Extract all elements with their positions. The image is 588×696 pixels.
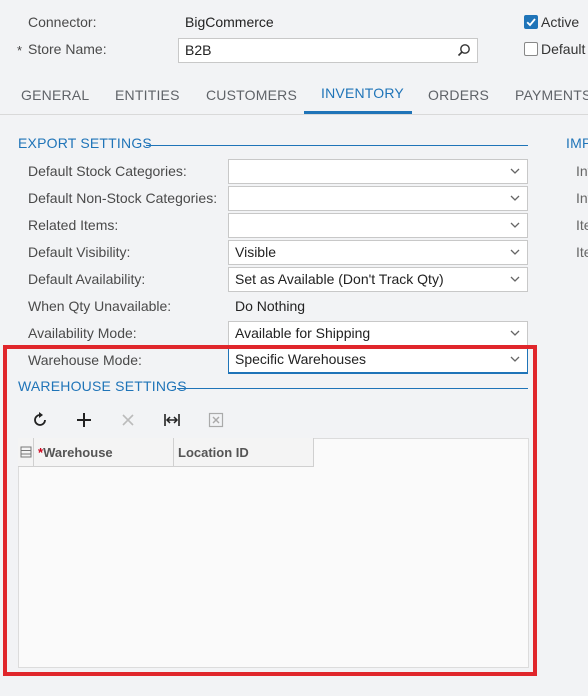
when-qty-unavailable-value: Do Nothing bbox=[235, 298, 306, 314]
checkmark-icon bbox=[526, 18, 536, 27]
store-required-mark: * bbox=[17, 43, 23, 58]
import-label-3: Ite bbox=[576, 217, 588, 233]
default-non-stock-categories-select[interactable] bbox=[228, 186, 528, 211]
chevron-down-icon bbox=[510, 195, 520, 201]
search-icon[interactable] bbox=[457, 43, 471, 57]
highlight-box bbox=[3, 345, 537, 676]
import-label-1: Inv bbox=[576, 163, 588, 179]
default-checkbox[interactable] bbox=[524, 42, 538, 56]
availability-mode-select[interactable]: Available for Shipping bbox=[228, 321, 528, 346]
default-stock-categories-select[interactable] bbox=[228, 159, 528, 184]
store-name-input[interactable]: B2B bbox=[178, 38, 478, 63]
tab-inventory-underline bbox=[304, 111, 412, 114]
availability-mode-label: Availability Mode: bbox=[28, 325, 137, 341]
chevron-down-icon bbox=[510, 330, 520, 336]
related-items-select[interactable] bbox=[228, 213, 528, 238]
default-label: Default bbox=[541, 41, 586, 57]
tab-general[interactable]: GENERAL bbox=[21, 78, 89, 114]
default-visibility-select[interactable]: Visible bbox=[228, 240, 528, 265]
import-label-4: Ite bbox=[576, 244, 588, 260]
import-settings-title: IMP bbox=[566, 135, 588, 151]
tab-inventory[interactable]: INVENTORY bbox=[321, 76, 404, 112]
default-availability-label: Default Availability: bbox=[28, 271, 146, 287]
chevron-down-icon bbox=[510, 168, 520, 174]
store-name-label: Store Name: bbox=[28, 41, 107, 57]
active-checkbox[interactable] bbox=[524, 15, 538, 29]
chevron-down-icon bbox=[510, 249, 520, 255]
chevron-down-icon bbox=[510, 276, 520, 282]
import-label-2: Inv bbox=[576, 190, 588, 206]
connector-label: Connector: bbox=[28, 14, 97, 30]
related-items-label: Related Items: bbox=[28, 217, 119, 233]
default-stock-categories-label: Default Stock Categories: bbox=[28, 163, 187, 179]
default-visibility-label: Default Visibility: bbox=[28, 244, 131, 260]
export-settings-divider bbox=[146, 145, 528, 146]
chevron-down-icon bbox=[510, 222, 520, 228]
default-availability-select[interactable]: Set as Available (Don't Track Qty) bbox=[228, 267, 528, 292]
tab-entities[interactable]: ENTITIES bbox=[115, 78, 180, 114]
default-non-stock-categories-label: Default Non-Stock Categories: bbox=[28, 190, 218, 206]
default-visibility-value: Visible bbox=[235, 244, 276, 260]
tab-orders[interactable]: ORDERS bbox=[428, 78, 489, 114]
connector-value: BigCommerce bbox=[185, 14, 274, 30]
export-settings-title: EXPORT SETTINGS bbox=[18, 135, 152, 151]
active-label: Active bbox=[541, 14, 580, 30]
default-availability-value: Set as Available (Don't Track Qty) bbox=[235, 271, 444, 287]
tab-payments[interactable]: PAYMENTS bbox=[515, 78, 588, 114]
availability-mode-value: Available for Shipping bbox=[235, 325, 371, 341]
tab-customers[interactable]: CUSTOMERS bbox=[206, 78, 297, 114]
when-qty-unavailable-label: When Qty Unavailable: bbox=[28, 298, 172, 314]
store-name-value: B2B bbox=[185, 42, 212, 58]
